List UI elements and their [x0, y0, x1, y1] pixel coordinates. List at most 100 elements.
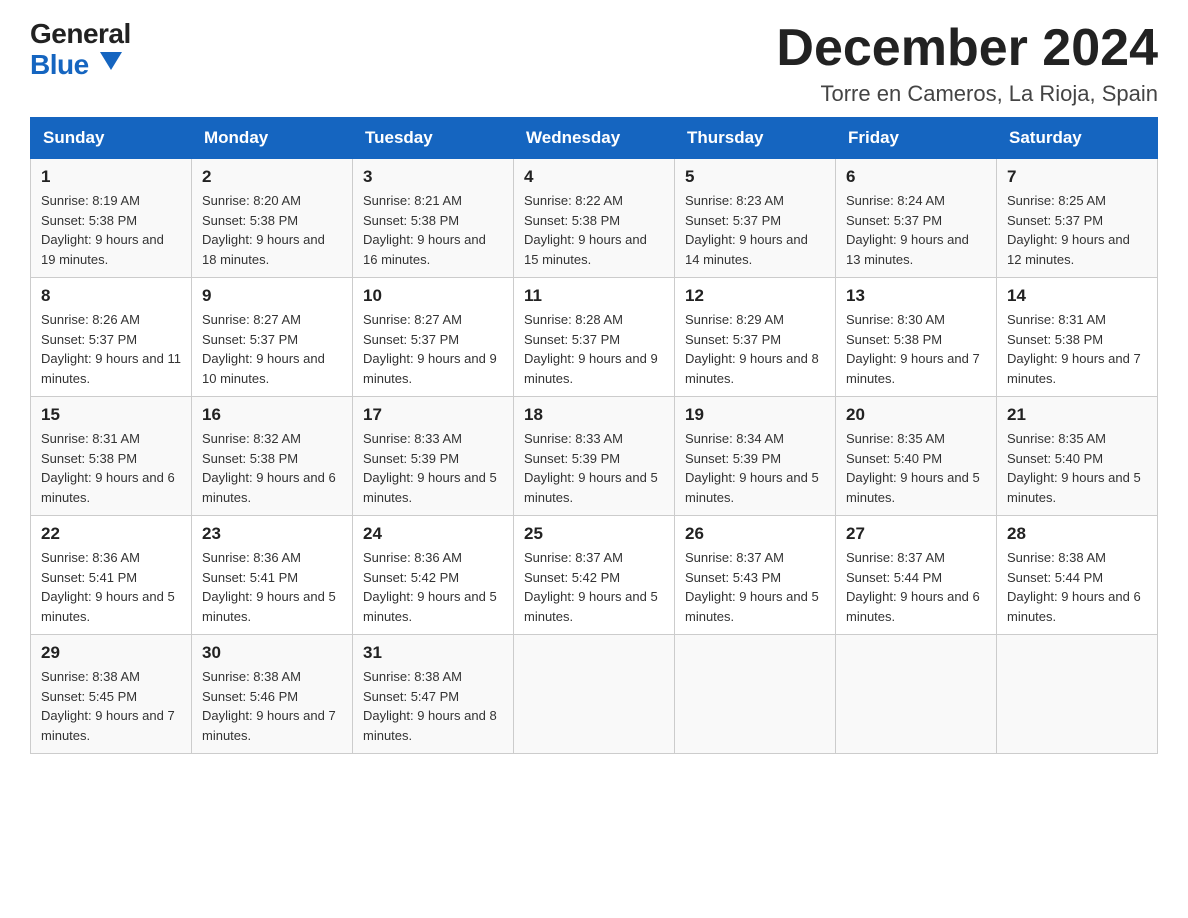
day-number: 16 [202, 405, 342, 425]
calendar-cell: 6 Sunrise: 8:24 AMSunset: 5:37 PMDaylight… [836, 159, 997, 278]
title-block: December 2024 Torre en Cameros, La Rioja… [776, 20, 1158, 107]
calendar-cell: 23Sunrise: 8:36 AMSunset: 5:41 PMDayligh… [192, 516, 353, 635]
day-of-week-header: Saturday [997, 118, 1158, 159]
calendar-cell: 16 Sunrise: 8:32 AMSunset: 5:38 PMDayligh… [192, 397, 353, 516]
calendar-body: 1 Sunrise: 8:19 AMSunset: 5:38 PMDaylight… [31, 159, 1158, 754]
day-info: Sunrise: 8:36 AMSunset: 5:41 PMDaylight:… [41, 548, 181, 626]
day-number: 31 [363, 643, 503, 663]
logo-name: General Blue [30, 20, 131, 79]
day-info: Sunrise: 8:37 AMSunset: 5:43 PMDaylight:… [685, 548, 825, 626]
day-number: 27 [846, 524, 986, 544]
calendar-week-row: 15Sunrise: 8:31 AMSunset: 5:38 PMDayligh… [31, 397, 1158, 516]
day-number: 6 [846, 167, 986, 187]
day-info: Sunrise: 8:37 AMSunset: 5:42 PMDaylight:… [524, 548, 664, 626]
page-subtitle: Torre en Cameros, La Rioja, Spain [776, 81, 1158, 107]
day-number: 26 [685, 524, 825, 544]
day-number: 21 [1007, 405, 1147, 425]
day-info: Sunrise: 8:30 AMSunset: 5:38 PMDaylight:… [846, 310, 986, 388]
calendar-cell: 29 Sunrise: 8:38 AMSunset: 5:45 PMDayligh… [31, 635, 192, 754]
day-info: Sunrise: 8:33 AMSunset: 5:39 PMDaylight:… [524, 429, 664, 507]
calendar-cell: 3 Sunrise: 8:21 AMSunset: 5:38 PMDaylight… [353, 159, 514, 278]
day-info: Sunrise: 8:20 AMSunset: 5:38 PMDaylight:… [202, 191, 342, 269]
calendar-cell: 2 Sunrise: 8:20 AMSunset: 5:38 PMDaylight… [192, 159, 353, 278]
day-info: Sunrise: 8:24 AMSunset: 5:37 PMDaylight:… [846, 191, 986, 269]
day-info: Sunrise: 8:37 AMSunset: 5:44 PMDaylight:… [846, 548, 986, 626]
day-number: 8 [41, 286, 181, 306]
day-of-week-header: Friday [836, 118, 997, 159]
day-number: 7 [1007, 167, 1147, 187]
day-of-week-header: Tuesday [353, 118, 514, 159]
day-info: Sunrise: 8:33 AMSunset: 5:39 PMDaylight:… [363, 429, 503, 507]
calendar-cell: 13 Sunrise: 8:30 AMSunset: 5:38 PMDayligh… [836, 278, 997, 397]
calendar-cell: 14 Sunrise: 8:31 AMSunset: 5:38 PMDayligh… [997, 278, 1158, 397]
calendar-week-row: 22Sunrise: 8:36 AMSunset: 5:41 PMDayligh… [31, 516, 1158, 635]
day-number: 3 [363, 167, 503, 187]
day-info: Sunrise: 8:27 AMSunset: 5:37 PMDaylight:… [202, 310, 342, 388]
calendar-cell: 27 Sunrise: 8:37 AMSunset: 5:44 PMDayligh… [836, 516, 997, 635]
day-number: 10 [363, 286, 503, 306]
calendar-cell: 30 Sunrise: 8:38 AMSunset: 5:46 PMDayligh… [192, 635, 353, 754]
day-of-week-header: Sunday [31, 118, 192, 159]
day-info: Sunrise: 8:38 AMSunset: 5:47 PMDaylight:… [363, 667, 503, 745]
calendar-cell: 21Sunrise: 8:35 AMSunset: 5:40 PMDayligh… [997, 397, 1158, 516]
day-info: Sunrise: 8:35 AMSunset: 5:40 PMDaylight:… [846, 429, 986, 507]
calendar-cell: 31 Sunrise: 8:38 AMSunset: 5:47 PMDayligh… [353, 635, 514, 754]
calendar-cell: 26 Sunrise: 8:37 AMSunset: 5:43 PMDayligh… [675, 516, 836, 635]
day-info: Sunrise: 8:23 AMSunset: 5:37 PMDaylight:… [685, 191, 825, 269]
day-info: Sunrise: 8:21 AMSunset: 5:38 PMDaylight:… [363, 191, 503, 269]
logo-triangle-icon [100, 52, 122, 74]
calendar-cell: 1 Sunrise: 8:19 AMSunset: 5:38 PMDaylight… [31, 159, 192, 278]
calendar-cell [997, 635, 1158, 754]
calendar-cell: 17 Sunrise: 8:33 AMSunset: 5:39 PMDayligh… [353, 397, 514, 516]
day-number: 5 [685, 167, 825, 187]
day-number: 9 [202, 286, 342, 306]
calendar-cell [675, 635, 836, 754]
day-info: Sunrise: 8:38 AMSunset: 5:44 PMDaylight:… [1007, 548, 1147, 626]
page-title: December 2024 [776, 20, 1158, 77]
day-info: Sunrise: 8:22 AMSunset: 5:38 PMDaylight:… [524, 191, 664, 269]
day-info: Sunrise: 8:32 AMSunset: 5:38 PMDaylight:… [202, 429, 342, 507]
calendar-cell: 25 Sunrise: 8:37 AMSunset: 5:42 PMDayligh… [514, 516, 675, 635]
day-info: Sunrise: 8:38 AMSunset: 5:45 PMDaylight:… [41, 667, 181, 745]
calendar-cell: 8 Sunrise: 8:26 AMSunset: 5:37 PMDaylight… [31, 278, 192, 397]
day-info: Sunrise: 8:19 AMSunset: 5:38 PMDaylight:… [41, 191, 181, 269]
calendar-cell: 12 Sunrise: 8:29 AMSunset: 5:37 PMDayligh… [675, 278, 836, 397]
calendar-cell: 28 Sunrise: 8:38 AMSunset: 5:44 PMDayligh… [997, 516, 1158, 635]
day-number: 1 [41, 167, 181, 187]
day-number: 17 [363, 405, 503, 425]
calendar-cell: 18 Sunrise: 8:33 AMSunset: 5:39 PMDayligh… [514, 397, 675, 516]
day-info: Sunrise: 8:38 AMSunset: 5:46 PMDaylight:… [202, 667, 342, 745]
day-info: Sunrise: 8:36 AMSunset: 5:41 PMDaylight:… [202, 548, 342, 626]
day-number: 11 [524, 286, 664, 306]
day-number: 20 [846, 405, 986, 425]
day-number: 28 [1007, 524, 1147, 544]
calendar-week-row: 1 Sunrise: 8:19 AMSunset: 5:38 PMDaylight… [31, 159, 1158, 278]
day-number: 4 [524, 167, 664, 187]
day-number: 13 [846, 286, 986, 306]
day-info: Sunrise: 8:26 AMSunset: 5:37 PMDaylight:… [41, 310, 181, 388]
day-info: Sunrise: 8:29 AMSunset: 5:37 PMDaylight:… [685, 310, 825, 388]
day-number: 12 [685, 286, 825, 306]
calendar-cell: 9 Sunrise: 8:27 AMSunset: 5:37 PMDaylight… [192, 278, 353, 397]
day-info: Sunrise: 8:34 AMSunset: 5:39 PMDaylight:… [685, 429, 825, 507]
day-number: 14 [1007, 286, 1147, 306]
logo: General Blue [30, 20, 131, 79]
day-number: 30 [202, 643, 342, 663]
calendar-table: SundayMondayTuesdayWednesdayThursdayFrid… [30, 117, 1158, 754]
day-number: 24 [363, 524, 503, 544]
day-number: 2 [202, 167, 342, 187]
calendar-cell: 5 Sunrise: 8:23 AMSunset: 5:37 PMDaylight… [675, 159, 836, 278]
calendar-cell: 24Sunrise: 8:36 AMSunset: 5:42 PMDayligh… [353, 516, 514, 635]
calendar-cell [514, 635, 675, 754]
logo-blue-text: Blue [30, 48, 131, 79]
calendar-cell: 4 Sunrise: 8:22 AMSunset: 5:38 PMDaylight… [514, 159, 675, 278]
day-of-week-header: Wednesday [514, 118, 675, 159]
day-number: 18 [524, 405, 664, 425]
day-number: 29 [41, 643, 181, 663]
day-of-week-header: Monday [192, 118, 353, 159]
day-info: Sunrise: 8:31 AMSunset: 5:38 PMDaylight:… [1007, 310, 1147, 388]
page-header: General Blue December 2024 Torre en Came… [30, 20, 1158, 107]
calendar-week-row: 29 Sunrise: 8:38 AMSunset: 5:45 PMDayligh… [31, 635, 1158, 754]
day-number: 25 [524, 524, 664, 544]
calendar-cell: 7Sunrise: 8:25 AMSunset: 5:37 PMDaylight… [997, 159, 1158, 278]
